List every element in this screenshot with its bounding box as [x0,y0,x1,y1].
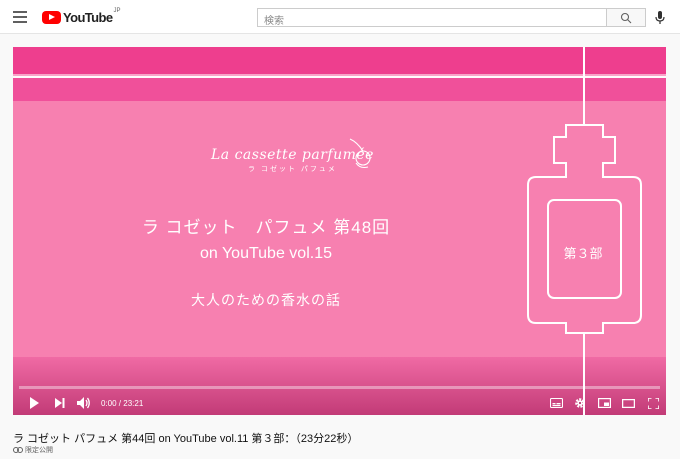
miniplayer-icon [597,398,611,408]
video-player[interactable]: La cassette parfumée ラ コゼット パフュメ ラ コゼット … [13,47,666,415]
subtitles-button[interactable] [544,391,568,415]
search-input[interactable]: 検索 [257,8,607,27]
next-button[interactable] [49,391,71,415]
video-title: ラ コゼット パフュメ 第44回 on YouTube vol.11 第３部：（… [13,433,359,445]
episode-volume: on YouTube vol.15 [200,245,332,262]
progress-bar[interactable] [19,386,660,389]
menu-icon[interactable] [13,11,27,23]
next-icon [55,398,65,408]
brand-kana: ラ コゼット パフュメ [248,166,337,173]
fullscreen-icon [647,397,659,409]
youtube-play-logo-icon [42,10,61,24]
episode-title: ラ コゼット パフュメ 第48回 [141,218,391,237]
current-time: 0:00 [101,398,117,408]
time-display: 0:00 / 23:21 [101,399,143,408]
search-icon [620,12,632,23]
part-label: 第３部 [563,246,603,261]
fullscreen-button[interactable] [640,391,666,415]
link-icon [13,447,23,453]
settings-button[interactable] [568,391,592,415]
logo-text: YouTube [63,9,113,25]
privacy-badge: 限定公開 [13,445,53,455]
search-button[interactable] [606,8,646,27]
player-controls: 0:00 / 23:21 [13,391,666,415]
volume-button[interactable] [71,391,95,415]
subtitles-icon [549,398,563,408]
voice-search-button[interactable] [654,10,666,26]
settings-icon [575,398,585,408]
play-icon [30,397,39,409]
youtube-logo[interactable]: YouTube JP [42,8,121,25]
play-button[interactable] [19,391,49,415]
theater-button[interactable] [616,391,640,415]
episode-subtitle: 大人のための香水の話 [191,292,341,308]
brand-logo: La cassette parfumée ラ コゼット パフュメ [211,147,374,174]
mic-icon [655,11,665,24]
duration: 23:21 [123,398,144,408]
theater-icon [621,398,635,408]
miniplayer-button[interactable] [592,391,616,415]
privacy-label: 限定公開 [25,447,53,454]
volume-icon [76,397,90,409]
logo-region: JP [113,8,121,14]
brand-script: La cassette parfumée [211,147,374,163]
masthead: YouTube JP 検索 [0,0,680,34]
